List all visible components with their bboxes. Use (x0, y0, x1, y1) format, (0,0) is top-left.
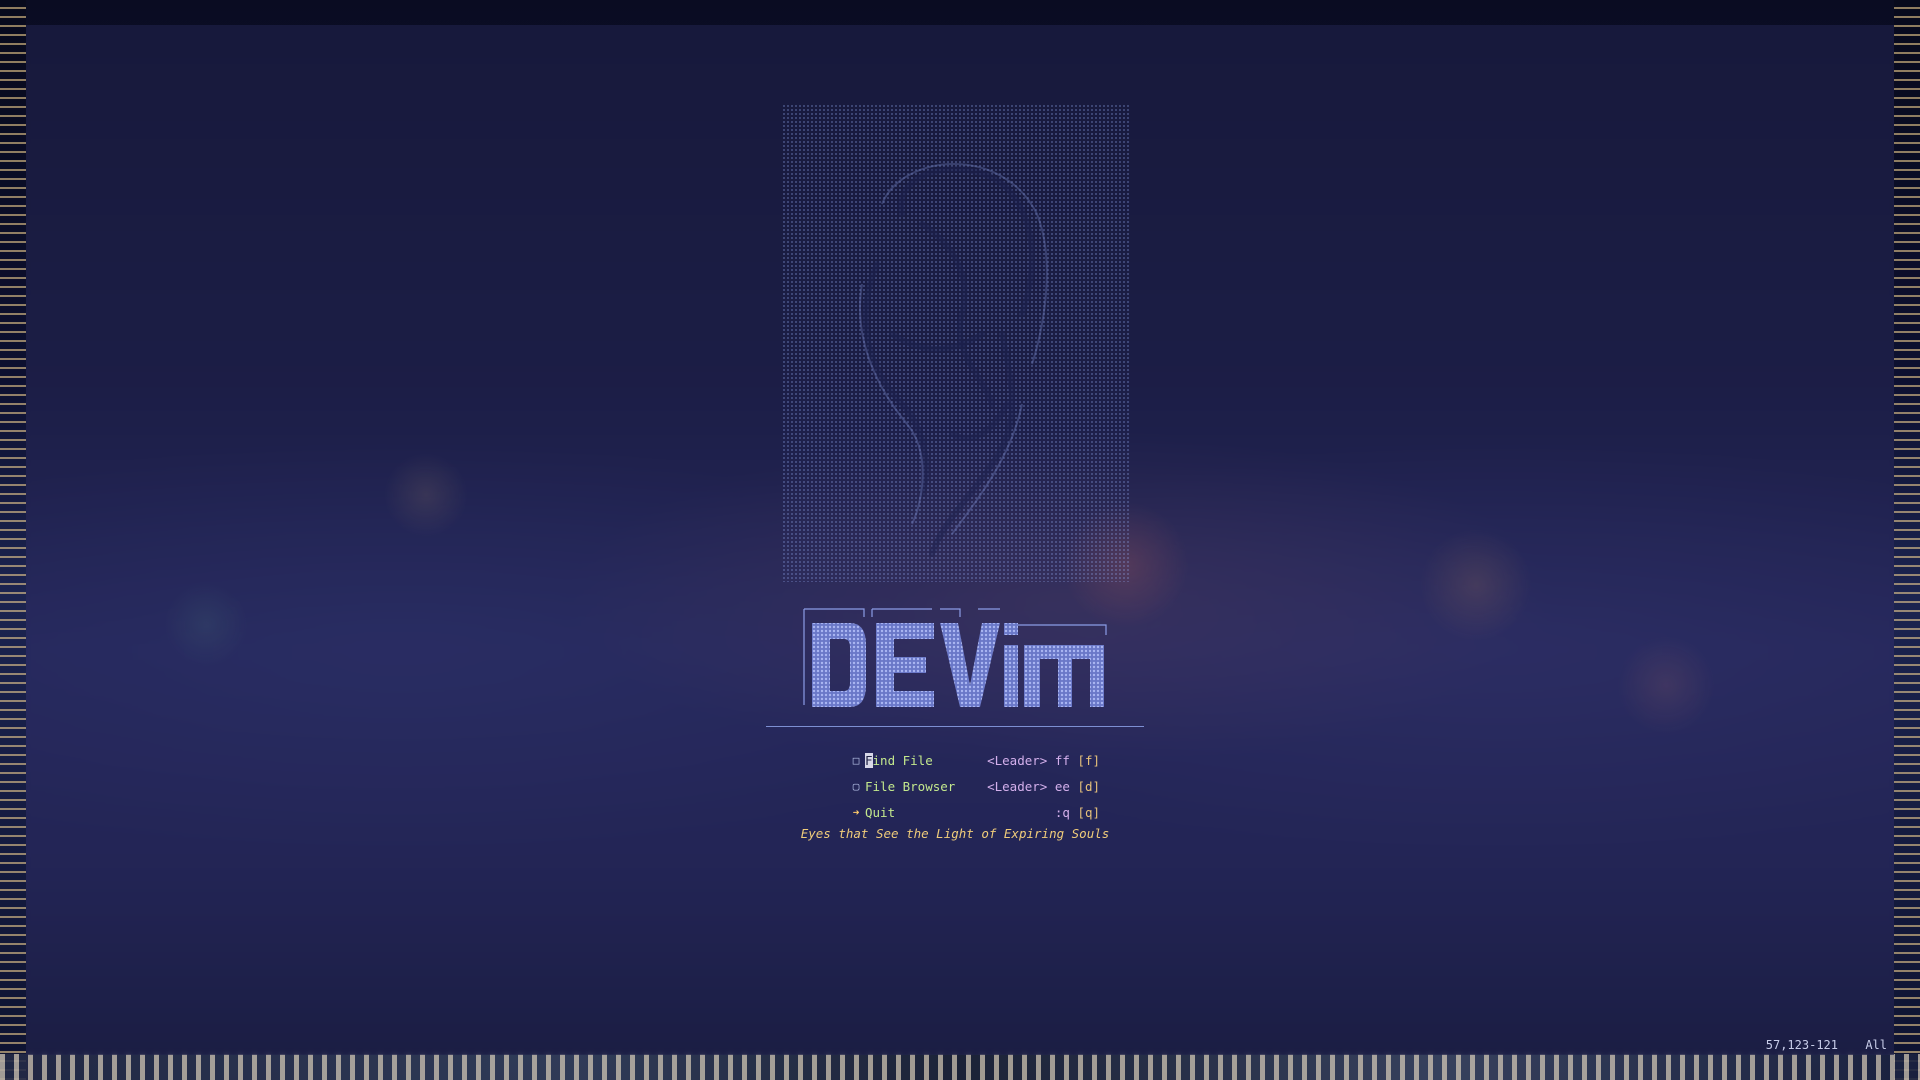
header-separator (766, 726, 1144, 727)
menu-item-file-browser[interactable]: ▢ File Browser <Leader> ee [d] (840, 774, 1100, 800)
ascii-art-portrait (782, 104, 1130, 582)
menu-item-label: ind File (872, 753, 933, 768)
menu-item-find-file[interactable]: □ Find File <Leader> ff [f] (840, 748, 1100, 774)
menu-item-keymap: <Leader> ee (987, 779, 1070, 794)
folder-icon: ▢ (852, 780, 860, 793)
devim-logo (800, 605, 1120, 715)
menu-item-key: [d] (1077, 779, 1100, 794)
menu-item-label: File Browser (865, 779, 956, 794)
wallpaper-city-right (1894, 0, 1920, 1080)
menu-item-key: [q] (1077, 805, 1100, 820)
dashboard-tagline: Eyes that See the Light of Expiring Soul… (800, 826, 1110, 841)
wallpaper-city-left (0, 0, 26, 1080)
bolt-icon: ➜ (852, 806, 860, 819)
menu-item-label: Quit (865, 805, 896, 820)
dashboard-menu: □ Find File <Leader> ff [f] ▢ File Brows… (840, 748, 1100, 826)
statusline: 57,123-121 All (26, 1035, 1894, 1055)
desktop-wallpaper: □ Find File <Leader> ff [f] ▢ File Brows… (0, 0, 1920, 1080)
menu-item-keymap: :q (1054, 805, 1070, 820)
wallpaper-city-bottom (0, 1054, 1920, 1080)
scroll-indicator: All (1865, 1038, 1887, 1052)
cursor-position: 57,123-121 (1765, 1038, 1838, 1052)
file-icon: □ (852, 754, 860, 767)
menu-item-keymap: <Leader> ff (987, 753, 1070, 768)
menu-item-key: [f] (1077, 753, 1100, 768)
menu-item-quit[interactable]: ➜ Quit :q [q] (840, 800, 1100, 826)
cursor: F (865, 753, 873, 768)
